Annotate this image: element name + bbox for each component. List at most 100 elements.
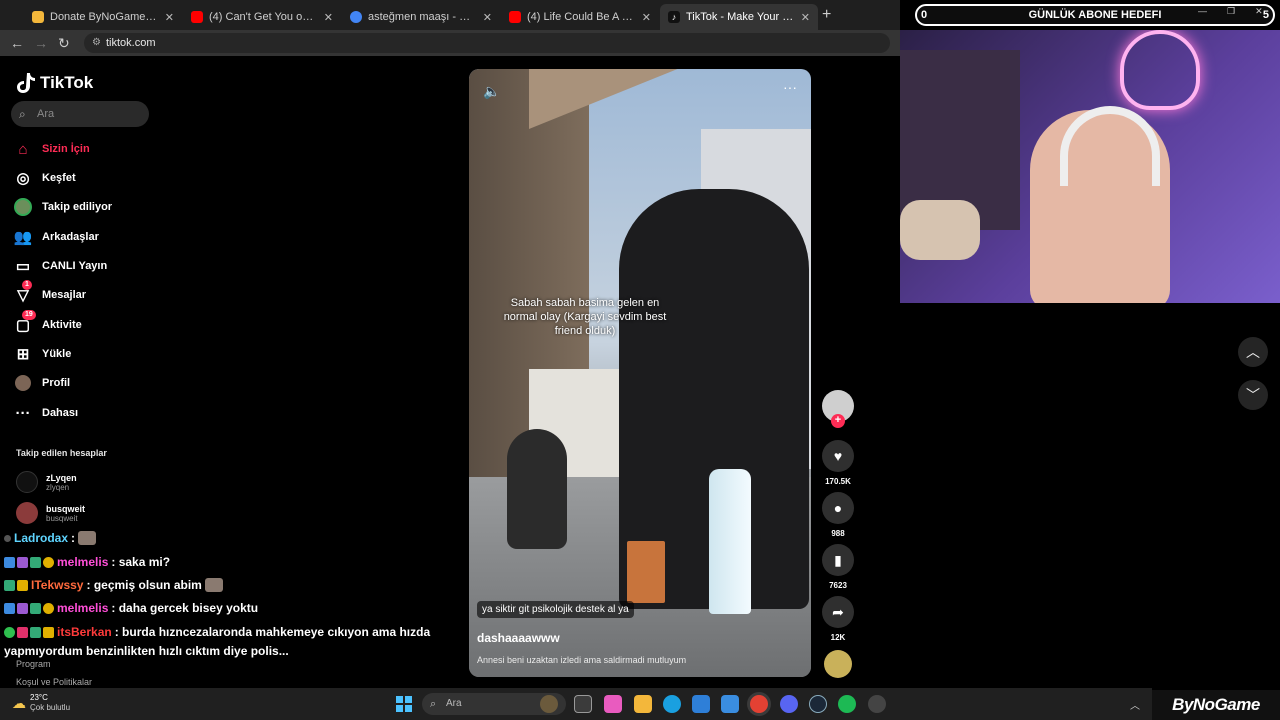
chat-badges (4, 626, 54, 638)
chevron-down-icon: ﹀ (1246, 387, 1260, 403)
donate-favicon-icon (32, 11, 44, 23)
following-accounts-header: Takip edilen hesaplar (16, 448, 107, 458)
heart-icon[interactable]: ♥ (822, 440, 854, 472)
discord-icon[interactable] (780, 695, 798, 713)
profile-icon (14, 374, 32, 392)
store-icon[interactable] (692, 695, 710, 713)
sidebar-item-explore[interactable]: ◎ Keşfet (14, 167, 75, 189)
avatar (16, 502, 38, 524)
more-options-icon[interactable]: ··· (783, 79, 797, 95)
comment-button[interactable]: ● 988 (822, 492, 854, 538)
chat-badges (4, 534, 11, 542)
tray-chevron-up-icon[interactable]: ︿ (1130, 697, 1140, 712)
weather-widget[interactable]: ☁ 23°C Çok bulutlu (12, 693, 70, 713)
comment-icon[interactable]: ● (822, 492, 854, 524)
task-view-icon[interactable] (574, 695, 592, 713)
browser-tab-bar: Donate ByNoGame | Donations ✕ (4) Can't … (0, 0, 900, 30)
chat-message: Ladrodax : (4, 531, 97, 545)
address-toolbar: ← → ↻ ⚙ tiktok.com (0, 30, 900, 56)
reload-icon[interactable]: ↻ (58, 35, 70, 52)
new-tab-plus-icon[interactable]: + (822, 6, 831, 24)
windows-start-icon[interactable] (396, 696, 412, 712)
close-icon[interactable]: ✕ (801, 11, 810, 24)
spotify-icon[interactable] (838, 695, 856, 713)
steam-icon[interactable] (809, 695, 827, 713)
chat-emote-icon (78, 531, 97, 545)
sidebar-item-upload[interactable]: ⊞ Yükle (14, 343, 72, 365)
followed-account[interactable]: zLyqen zlyqen (16, 471, 77, 493)
search-icon: ⌕ (430, 698, 437, 710)
minimize-icon[interactable]: — (1198, 6, 1207, 17)
messages-badge: 1 (22, 280, 32, 290)
restore-icon[interactable]: ❐ (1227, 6, 1235, 17)
goal-target: 5 (1262, 9, 1269, 21)
widgets-icon[interactable] (604, 695, 622, 713)
share-icon[interactable]: ➦ (822, 596, 854, 628)
tab-youtube-1[interactable]: (4) Can't Get You out of My He... ✕ (183, 4, 341, 30)
obs-icon[interactable] (868, 695, 886, 713)
share-button[interactable]: ➦ 12K (822, 596, 854, 642)
site-info-icon[interactable]: ⚙ (92, 33, 101, 53)
chat-emote-icon (204, 578, 223, 592)
file-explorer-icon[interactable] (634, 695, 652, 713)
edge-icon[interactable] (663, 695, 681, 713)
volume-icon[interactable]: 🔈 (483, 83, 500, 100)
music-disc-icon[interactable] (824, 650, 852, 678)
outlook-icon[interactable] (721, 695, 739, 713)
more-icon: ··· (15, 404, 31, 422)
video-player[interactable]: 🔈 ··· Sabah sabah basima gelen en normal… (469, 69, 811, 677)
sidebar-item-messages[interactable]: ▽ 1 Mesajlar (14, 280, 86, 306)
chrome-icon[interactable] (750, 695, 768, 713)
sidebar-item-for-you[interactable]: ⌂ Sizin İçin (14, 138, 89, 160)
message-icon: ▽ 1 (14, 280, 32, 304)
friends-icon: 👥 (13, 229, 33, 246)
webcam-feed (900, 30, 1280, 303)
sidebar-item-following[interactable]: Takip ediliyor (14, 196, 112, 218)
bynogame-logo: ByNoGame (1152, 690, 1280, 720)
bookmark-icon[interactable]: ▮ (822, 544, 854, 576)
search-input[interactable]: ⌕ Ara (11, 101, 149, 127)
next-video-button[interactable]: ﹀ (1238, 380, 1268, 410)
like-button[interactable]: ♥ 170.5K (822, 440, 854, 486)
footer-link-terms[interactable]: Koşul ve Politikalar (16, 677, 92, 687)
chat-message-continued: yapmıyordum benzinlikten hızlı cıktım di… (4, 644, 289, 658)
cloud-sun-icon: ☁ (12, 694, 26, 711)
sidebar-item-friends[interactable]: 👥 Arkadaşlar (14, 226, 99, 248)
upload-icon: ⊞ (16, 346, 30, 363)
goal-current: 0 (921, 9, 928, 21)
sidebar-item-more[interactable]: ··· Dahası (14, 402, 79, 424)
goal-title: GÜNLÜK ABONE HEDEFI (1028, 9, 1162, 21)
close-icon[interactable]: ✕ (642, 11, 651, 24)
close-icon[interactable]: ✕ (483, 11, 492, 24)
chat-message: melmelis : saka mi? (4, 555, 170, 569)
chat-badges (4, 602, 54, 614)
previous-video-button[interactable]: ︿ (1238, 337, 1268, 367)
activity-badge: 19 (22, 310, 36, 320)
sidebar-item-activity[interactable]: ▢ 19 Aktivite (14, 310, 82, 336)
follow-plus-icon[interactable]: + (831, 414, 845, 428)
footer-link-program[interactable]: Program (16, 659, 51, 669)
close-window-icon[interactable]: ✕ (1255, 6, 1263, 17)
tab-google[interactable]: asteğmen maaşı - Google'da Ara ✕ (342, 4, 500, 30)
chat-message: ITekwssy : geçmiş olsun abim (4, 578, 223, 592)
close-icon[interactable]: ✕ (165, 11, 174, 24)
search-icon: ⌕ (19, 107, 26, 121)
save-button[interactable]: ▮ 7623 (822, 544, 854, 590)
back-arrow-icon[interactable]: ← (10, 35, 24, 51)
search-highlight-icon[interactable] (540, 695, 558, 713)
sidebar-item-profile[interactable]: Profil (14, 372, 70, 394)
video-overlay-text: Sabah sabah basima gelen en normal olay … (503, 297, 667, 337)
forward-arrow-icon[interactable]: → (34, 35, 48, 51)
tab-tiktok[interactable]: ♪ TikTok - Make Your Day ✕ (660, 4, 818, 30)
tab-donate[interactable]: Donate ByNoGame | Donations ✕ (24, 4, 182, 30)
tiktok-logo[interactable]: TikTok (16, 72, 93, 94)
video-author[interactable]: dashaaaawww (477, 631, 560, 645)
window-controls: — ❐ ✕ (1198, 6, 1263, 17)
tab-youtube-2[interactable]: (4) Life Could Be A Dream - You... ✕ (501, 4, 659, 30)
windows-taskbar: ☁ 23°C Çok bulutlu ⌕ Ara ︿ (0, 688, 1152, 720)
sidebar-item-live[interactable]: ▭ CANLI Yayın (14, 255, 107, 277)
close-icon[interactable]: ✕ (324, 11, 333, 24)
compass-icon: ◎ (16, 170, 30, 187)
followed-account[interactable]: busqweit busqweit (16, 502, 85, 524)
url-field[interactable]: ⚙ tiktok.com (84, 33, 890, 53)
